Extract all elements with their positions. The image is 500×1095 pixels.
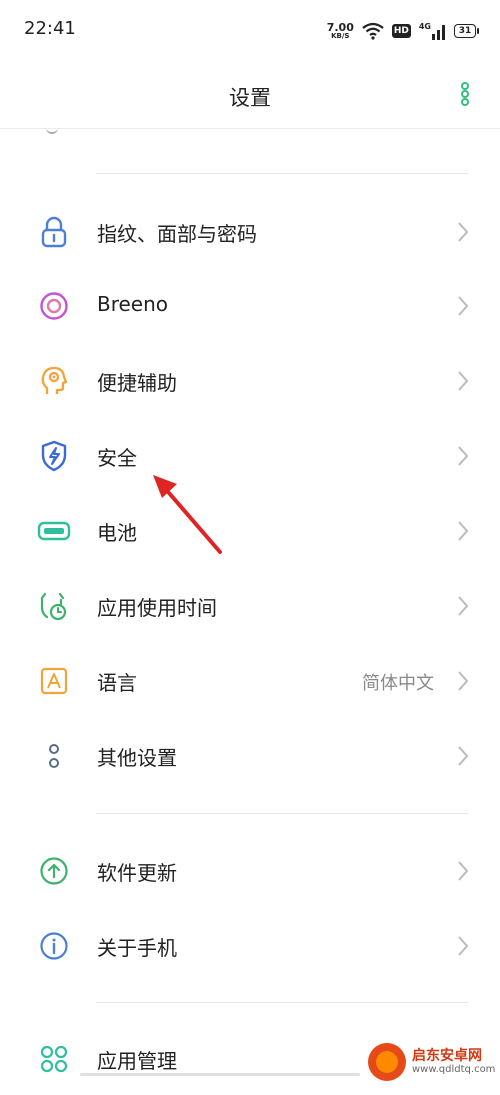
watermark-text: 启东安卓网 www.qdldtq.com (412, 1047, 496, 1076)
assist-icon (36, 363, 72, 399)
network-speed: 7.00 KB/S (326, 21, 354, 40)
signal-bars-icon (432, 25, 445, 40)
settings-item-label: 便捷辅助 (97, 371, 177, 395)
chevron-right-icon (458, 936, 469, 956)
settings-item-screen-time[interactable]: 应用使用时间 (0, 570, 500, 642)
language-value: 简体中文 (362, 673, 434, 694)
annotation-arrow-icon (153, 475, 222, 554)
screen-time-icon (36, 588, 72, 624)
settings-item-convenience-assist[interactable]: 便捷辅助 (0, 345, 500, 417)
settings-item-language[interactable]: 语言 简体中文 (0, 645, 500, 717)
settings-item-label: Breeno (97, 292, 169, 316)
battery-icon (36, 513, 72, 549)
settings-item-security[interactable]: 安全 (0, 420, 500, 492)
watermark-logo-icon (368, 1043, 406, 1081)
more-options-icon[interactable] (458, 82, 472, 106)
status-time: 22:41 (24, 18, 76, 39)
scrolled-icon-fragment (46, 128, 58, 134)
settings-item-label: 语言 (97, 671, 137, 695)
settings-item-battery[interactable]: 电池 (0, 495, 500, 567)
settings-item-other-settings[interactable]: 其他设置 (0, 720, 500, 792)
other-settings-icon (36, 738, 72, 774)
hd-badge: HD (391, 24, 411, 38)
chevron-right-icon (458, 596, 469, 616)
battery-indicator: 31 (454, 24, 479, 38)
scroll-indicator (80, 1073, 360, 1076)
info-icon (36, 928, 72, 964)
chevron-right-icon (458, 222, 469, 242)
page-title: 设置 (229, 86, 271, 110)
settings-item-label: 应用管理 (97, 1049, 177, 1073)
chevron-right-icon (458, 746, 469, 766)
watermark: 启东安卓网 www.qdldtq.com (368, 1040, 500, 1084)
divider (96, 813, 468, 814)
update-icon (36, 853, 72, 889)
settings-item-label: 其他设置 (97, 746, 177, 770)
shield-icon (36, 438, 72, 474)
chevron-right-icon (458, 861, 469, 881)
chevron-right-icon (458, 446, 469, 466)
settings-item-label: 软件更新 (97, 861, 177, 885)
settings-item-breeno[interactable]: Breeno (0, 270, 500, 342)
settings-item-software-update[interactable]: 软件更新 (0, 835, 500, 907)
breeno-icon (36, 288, 72, 324)
chevron-right-icon (458, 521, 469, 541)
title-bar: 设置 (0, 60, 500, 129)
cellular-signal: 4G (419, 22, 446, 40)
settings-item-about-phone[interactable]: 关于手机 (0, 910, 500, 982)
status-bar: 22:41 7.00 KB/S HD 4G 31 (0, 0, 500, 60)
chevron-right-icon (458, 371, 469, 391)
settings-item-label: 关于手机 (97, 936, 177, 960)
settings-item-fingerprint-face-password[interactable]: 指纹、面部与密码 (0, 196, 500, 268)
settings-item-label: 安全 (97, 446, 137, 470)
chevron-right-icon (458, 296, 469, 316)
divider (96, 173, 468, 174)
status-icons: 7.00 KB/S HD 4G 31 (326, 18, 479, 44)
settings-item-label: 指纹、面部与密码 (97, 222, 257, 246)
settings-item-label: 应用使用时间 (97, 596, 217, 620)
chevron-right-icon (458, 671, 469, 691)
wifi-icon (362, 22, 384, 40)
lock-icon (36, 214, 72, 250)
divider (96, 1002, 468, 1003)
language-icon (36, 663, 72, 699)
apps-icon (36, 1041, 72, 1077)
settings-item-label: 电池 (97, 521, 137, 545)
